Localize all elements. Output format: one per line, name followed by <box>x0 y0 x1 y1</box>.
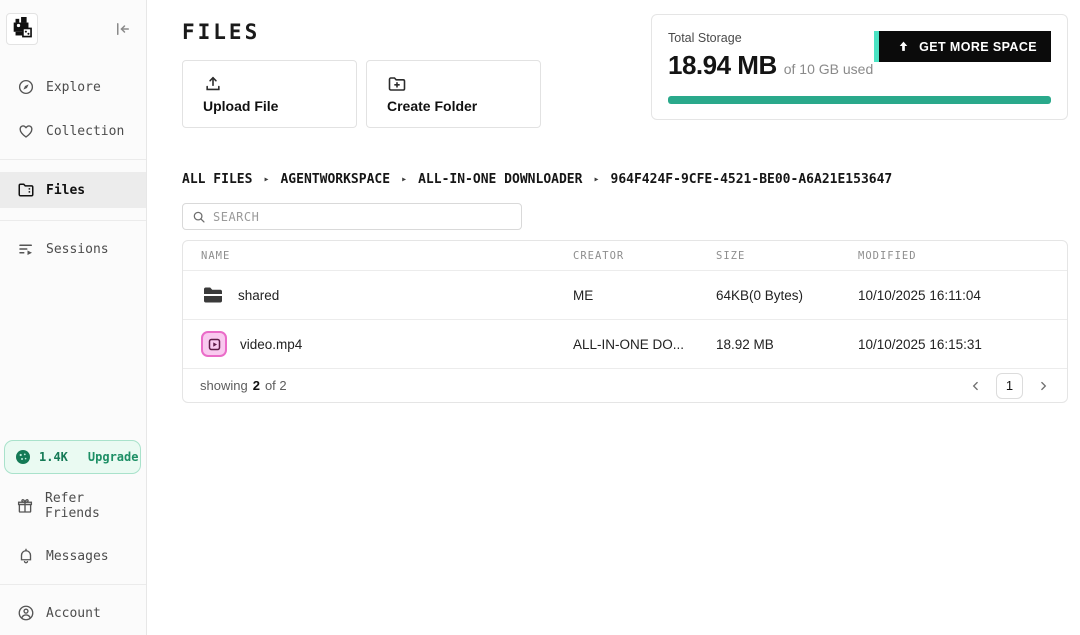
sidebar-item-label: Explore <box>46 80 101 95</box>
arrow-up-icon <box>897 40 910 53</box>
file-size: 64KB(0 Bytes) <box>698 288 840 303</box>
sidebar-item-collection[interactable]: Collection <box>0 115 146 147</box>
storage-card: Total Storage 18.94 MB of 10 GB used <box>651 14 1068 120</box>
file-name: shared <box>238 288 279 303</box>
sidebar-item-sessions[interactable]: Sessions <box>0 233 146 265</box>
file-creator: ME <box>555 288 698 303</box>
sidebar-item-label: Refer Friends <box>45 491 138 521</box>
sidebar-item-explore[interactable]: Explore <box>0 71 146 103</box>
upload-icon <box>203 74 223 94</box>
breadcrumb-separator: ▸ <box>263 174 269 185</box>
sidebar-nav: Explore Collection <box>0 71 146 265</box>
sidebar-item-label: Files <box>46 183 85 198</box>
sidebar-divider <box>0 220 146 221</box>
breadcrumb-item-agentworkspace[interactable]: AGENTWORKSPACE <box>280 172 390 187</box>
sidebar-item-label: Account <box>46 606 101 621</box>
breadcrumb-separator: ▸ <box>401 174 407 185</box>
file-modified: 10/10/2025 16:15:31 <box>840 337 1067 352</box>
storage-info: Total Storage 18.94 MB of 10 GB used <box>668 31 873 81</box>
sidebar-divider <box>0 159 146 160</box>
sidebar-item-label: Messages <box>46 549 109 564</box>
storage-progress-bar <box>668 96 1051 104</box>
action-label: Upload File <box>203 98 278 114</box>
app-window: Explore Collection <box>0 0 1080 635</box>
storage-progress-fill <box>668 96 1051 104</box>
sidebar-item-account[interactable]: Account <box>0 597 146 629</box>
get-more-space-label: GET MORE SPACE <box>919 40 1037 54</box>
table-row-video[interactable]: video.mp4 ALL-IN-ONE DO... 18.92 MB 10/1… <box>183 320 1067 369</box>
button-accent-bar <box>874 31 879 62</box>
folder-icon <box>16 181 35 199</box>
file-name: video.mp4 <box>240 337 302 352</box>
column-header-size: SIZE <box>698 250 840 262</box>
cookie-icon <box>15 449 31 465</box>
pagination: 1 <box>969 373 1050 399</box>
search-box[interactable] <box>182 203 522 230</box>
search-input[interactable] <box>213 204 512 229</box>
breadcrumb-item-all-in-one-downloader[interactable]: ALL-IN-ONE DOWNLOADER <box>418 172 582 187</box>
breadcrumb-separator: ▸ <box>593 174 599 185</box>
file-size: 18.92 MB <box>698 337 840 352</box>
page-number-button[interactable]: 1 <box>996 373 1023 399</box>
heart-icon <box>16 122 35 140</box>
storage-quota: of 10 GB used <box>784 61 874 77</box>
account-icon <box>16 604 35 622</box>
table-footer: showing 2 of 2 1 <box>183 369 1067 402</box>
sidebar-item-refer-friends[interactable]: Refer Friends <box>0 484 146 528</box>
showing-count: showing 2 of 2 <box>200 378 287 393</box>
sidebar-item-label: Sessions <box>46 242 109 257</box>
table-row-shared[interactable]: shared ME 64KB(0 Bytes) 10/10/2025 16:11… <box>183 271 1067 320</box>
file-creator: ALL-IN-ONE DO... <box>555 337 698 352</box>
sessions-icon <box>16 240 35 258</box>
sidebar-header <box>0 0 146 45</box>
sidebar-item-messages[interactable]: Messages <box>0 540 146 572</box>
video-file-icon <box>201 331 227 357</box>
folder-filled-icon <box>201 283 225 307</box>
showing-count-value: 2 <box>253 378 260 393</box>
chevron-right-icon[interactable] <box>1036 379 1050 393</box>
app-logo[interactable] <box>6 13 38 45</box>
storage-label: Total Storage <box>668 31 873 45</box>
column-header-name: NAME <box>183 250 555 262</box>
create-folder-button[interactable]: Create Folder <box>366 60 541 128</box>
get-more-space-button[interactable]: GET MORE SPACE <box>874 31 1051 62</box>
file-modified: 10/10/2025 16:11:04 <box>840 288 1067 303</box>
action-label: Create Folder <box>387 98 477 114</box>
sidebar: Explore Collection <box>0 0 147 635</box>
file-actions: Upload File Create Folder <box>182 60 541 128</box>
breadcrumb: ALL FILES ▸ AGENTWORKSPACE ▸ ALL-IN-ONE … <box>182 172 1068 187</box>
sidebar-footer: 1.4K Upgrade Refer Friends <box>0 440 146 629</box>
column-header-modified: MODIFIED <box>840 250 1067 262</box>
upgrade-link[interactable]: Upgrade <box>88 450 139 464</box>
showing-prefix: showing <box>200 378 248 393</box>
upload-file-button[interactable]: Upload File <box>182 60 357 128</box>
column-header-creator: CREATOR <box>555 250 698 262</box>
search-icon <box>192 210 206 224</box>
page-title: FILES <box>182 20 541 44</box>
sidebar-divider <box>0 584 146 585</box>
files-table: NAME CREATOR SIZE MODIFIED shared ME 64 <box>182 240 1068 403</box>
bell-icon <box>16 547 35 565</box>
main-content: FILES Upload File <box>147 0 1080 635</box>
showing-suffix: of 2 <box>265 378 287 393</box>
credits-upgrade-pill[interactable]: 1.4K Upgrade <box>4 440 141 474</box>
compass-icon <box>16 78 35 96</box>
sidebar-item-files[interactable]: Files <box>0 172 146 208</box>
sidebar-item-label: Collection <box>46 124 124 139</box>
storage-used: 18.94 MB <box>668 50 777 81</box>
credits-amount: 1.4K <box>39 450 68 464</box>
llama-pixel-logo-icon <box>10 17 34 41</box>
gift-icon <box>16 497 34 515</box>
chevron-left-icon[interactable] <box>969 379 983 393</box>
table-header-row: NAME CREATOR SIZE MODIFIED <box>183 241 1067 271</box>
breadcrumb-item-all-files[interactable]: ALL FILES <box>182 172 252 187</box>
header-left: FILES Upload File <box>182 14 541 128</box>
collapse-sidebar-icon[interactable] <box>114 20 132 38</box>
breadcrumb-item-current-folder[interactable]: 964F424F-9CFE-4521-BE00-A6A21E153647 <box>611 172 893 187</box>
create-folder-icon <box>387 74 407 94</box>
